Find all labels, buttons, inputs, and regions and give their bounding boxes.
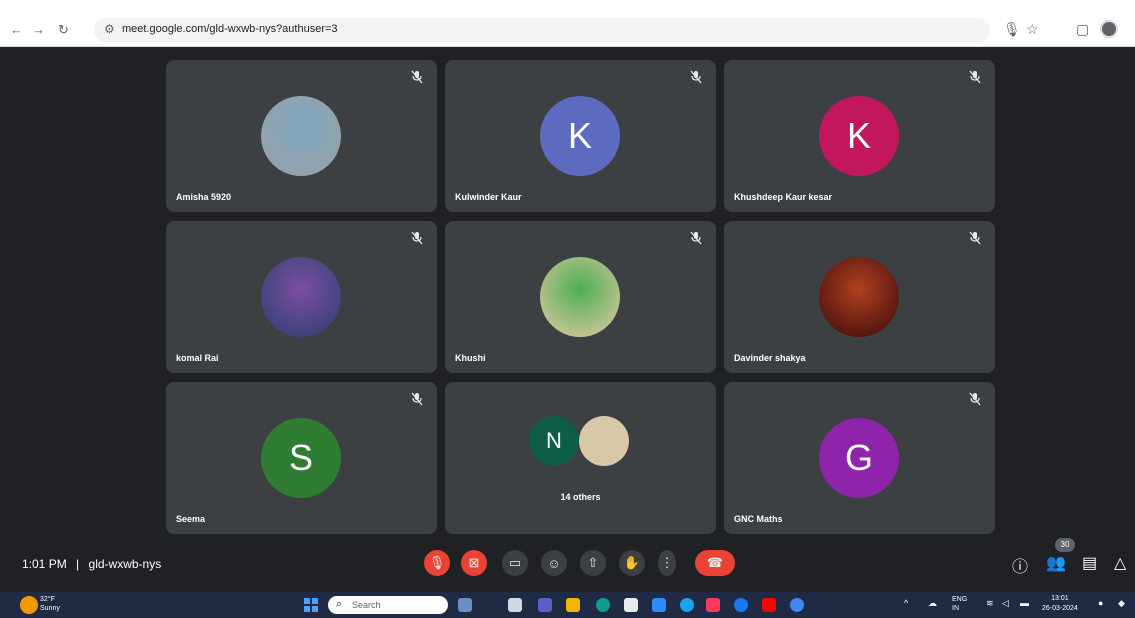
taskbar-search[interactable]: ⌕ Search bbox=[328, 596, 448, 614]
mic-muted-icon bbox=[411, 231, 423, 245]
meeting-time: 1:01 PM bbox=[22, 557, 67, 571]
taskbar-app-icon[interactable] bbox=[706, 598, 720, 612]
clock-time: 13:01 bbox=[1051, 595, 1069, 602]
participant-name: Davinder shakya bbox=[734, 353, 806, 363]
language-indicator[interactable]: ENG IN bbox=[952, 595, 967, 613]
profile-icon[interactable] bbox=[1100, 20, 1118, 38]
participant-name: Khushdeep Kaur kesar bbox=[734, 192, 833, 202]
back-button[interactable]: ← bbox=[10, 22, 23, 37]
leave-call-button[interactable]: ☎ bbox=[695, 550, 735, 576]
taskbar-app-icon[interactable] bbox=[652, 598, 666, 612]
chat-icon[interactable]: ▤ bbox=[1082, 553, 1097, 573]
search-icon: ⌕ bbox=[336, 598, 343, 610]
youtube-icon[interactable] bbox=[762, 598, 776, 612]
battery-icon[interactable]: ▬ bbox=[1020, 598, 1029, 608]
avatar-photo bbox=[579, 416, 629, 466]
avatar-photo bbox=[261, 96, 341, 176]
mic-icon[interactable]: 🎙 bbox=[1003, 21, 1021, 38]
volume-icon[interactable]: ◁ bbox=[1002, 598, 1009, 609]
participant-tile[interactable]: K Khushdeep Kaur kesar bbox=[724, 60, 995, 212]
avatar-photo bbox=[540, 257, 620, 337]
mic-muted-icon bbox=[969, 231, 981, 245]
mic-muted-icon bbox=[969, 392, 981, 406]
tray-chevron-icon[interactable]: ^ bbox=[904, 598, 908, 608]
clock-date: 26-03-2024 bbox=[1042, 605, 1078, 612]
participant-name: Seema bbox=[176, 514, 206, 524]
avatar-initial: G bbox=[819, 418, 899, 498]
meeting-info: 1:01 PM | gld-wxwb-nys bbox=[22, 557, 161, 571]
avatar-initial: S bbox=[261, 418, 341, 498]
avatar-initial: N bbox=[529, 416, 579, 466]
meeting-details-icon[interactable]: ⓘ bbox=[1012, 553, 1028, 577]
avatar-photo bbox=[819, 257, 899, 337]
url-text[interactable]: meet.google.com/gld-wxwb-nys?authuser=3 bbox=[122, 23, 338, 35]
raise-hand-button[interactable]: ✋ bbox=[619, 550, 645, 576]
store-icon[interactable] bbox=[624, 598, 638, 612]
edge-browser-icon[interactable] bbox=[596, 598, 610, 612]
more-options-button[interactable]: ⋮ bbox=[658, 550, 676, 576]
file-explorer-icon[interactable] bbox=[566, 598, 580, 612]
participant-tile[interactable]: K Kulwinder Kaur bbox=[445, 60, 716, 212]
forward-button[interactable]: → bbox=[32, 22, 45, 37]
tray-region: IN bbox=[952, 605, 959, 612]
weather-widget[interactable]: 32°F Sunny bbox=[40, 595, 60, 613]
address-bar[interactable]: ⚙ meet.google.com/gld-wxwb-nys?authuser=… bbox=[94, 18, 990, 42]
taskbar-app-icon[interactable] bbox=[538, 598, 552, 612]
facebook-icon[interactable] bbox=[734, 598, 748, 612]
notification-icon[interactable]: ● bbox=[1098, 598, 1103, 608]
chrome-icon[interactable] bbox=[790, 598, 804, 612]
avatar-initial: K bbox=[819, 96, 899, 176]
participant-name: komal Rai bbox=[176, 353, 219, 363]
weather-text: Sunny bbox=[40, 605, 60, 612]
participant-name: Amisha 5920 bbox=[176, 192, 232, 202]
present-button[interactable]: ⇧ bbox=[580, 550, 606, 576]
participant-name: GNC Maths bbox=[734, 514, 783, 524]
mic-muted-icon bbox=[969, 70, 981, 84]
mic-muted-icon bbox=[690, 70, 702, 84]
weather-temp: 32°F bbox=[40, 596, 55, 603]
taskbar-app-icon[interactable] bbox=[458, 598, 472, 612]
site-info-icon[interactable]: ⚙ bbox=[104, 22, 115, 36]
tray-cloud-icon[interactable]: ☁ bbox=[928, 598, 937, 609]
windows-start-icon[interactable] bbox=[304, 598, 318, 612]
participant-tile[interactable]: S Seema bbox=[166, 382, 437, 534]
participant-name: Kulwinder Kaur bbox=[455, 192, 522, 202]
avatar-photo bbox=[261, 257, 341, 337]
others-count-label: 14 others bbox=[560, 492, 601, 502]
people-count-badge: 30 bbox=[1055, 538, 1075, 552]
tab-strip bbox=[0, 0, 1135, 12]
extension-icon[interactable]: ▢ bbox=[1076, 21, 1089, 38]
mic-muted-icon bbox=[690, 231, 702, 245]
avatar-initial: K bbox=[540, 96, 620, 176]
mic-off-button[interactable]: 🎙 bbox=[424, 550, 450, 576]
system-clock[interactable]: 13:01 26-03-2024 bbox=[1042, 594, 1078, 614]
captions-button[interactable]: ▭ bbox=[502, 550, 528, 576]
mic-muted-icon bbox=[411, 392, 423, 406]
taskbar-app-icon[interactable] bbox=[680, 598, 694, 612]
star-icon[interactable]: ☆ bbox=[1026, 21, 1039, 38]
participant-tile[interactable]: Khushi bbox=[445, 221, 716, 373]
reload-button[interactable]: ↻ bbox=[58, 22, 69, 38]
copilot-icon[interactable]: ◆ bbox=[1118, 598, 1125, 609]
browser-toolbar: ← → ↻ ⚙ meet.google.com/gld-wxwb-nys?aut… bbox=[0, 0, 1135, 47]
people-icon[interactable]: 👥 bbox=[1046, 553, 1066, 573]
tray-lang: ENG bbox=[952, 596, 968, 603]
participant-tile[interactable]: G GNC Maths bbox=[724, 382, 995, 534]
participant-name: Khushi bbox=[455, 353, 486, 363]
activities-icon[interactable]: △ bbox=[1114, 553, 1126, 573]
weather-icon[interactable] bbox=[20, 596, 38, 614]
meeting-code: gld-wxwb-nys bbox=[88, 557, 162, 571]
separator: | bbox=[76, 557, 80, 571]
participant-tile[interactable]: N 14 others bbox=[445, 382, 716, 534]
taskbar: 32°F Sunny ⌕ Search ^ ☁ ENG IN ≋ ◁ ▬ 13:… bbox=[0, 592, 1135, 618]
search-placeholder: Search bbox=[352, 600, 381, 610]
participant-tile[interactable]: Davinder shakya bbox=[724, 221, 995, 373]
emoji-button[interactable]: ☺ bbox=[541, 550, 567, 576]
participant-tile[interactable]: komal Rai bbox=[166, 221, 437, 373]
camera-off-button[interactable]: ⊠ bbox=[461, 550, 487, 576]
wifi-icon[interactable]: ≋ bbox=[986, 598, 994, 609]
mic-muted-icon bbox=[411, 70, 423, 84]
taskbar-app-icon[interactable] bbox=[508, 598, 522, 612]
participant-tile[interactable]: Amisha 5920 bbox=[166, 60, 437, 212]
